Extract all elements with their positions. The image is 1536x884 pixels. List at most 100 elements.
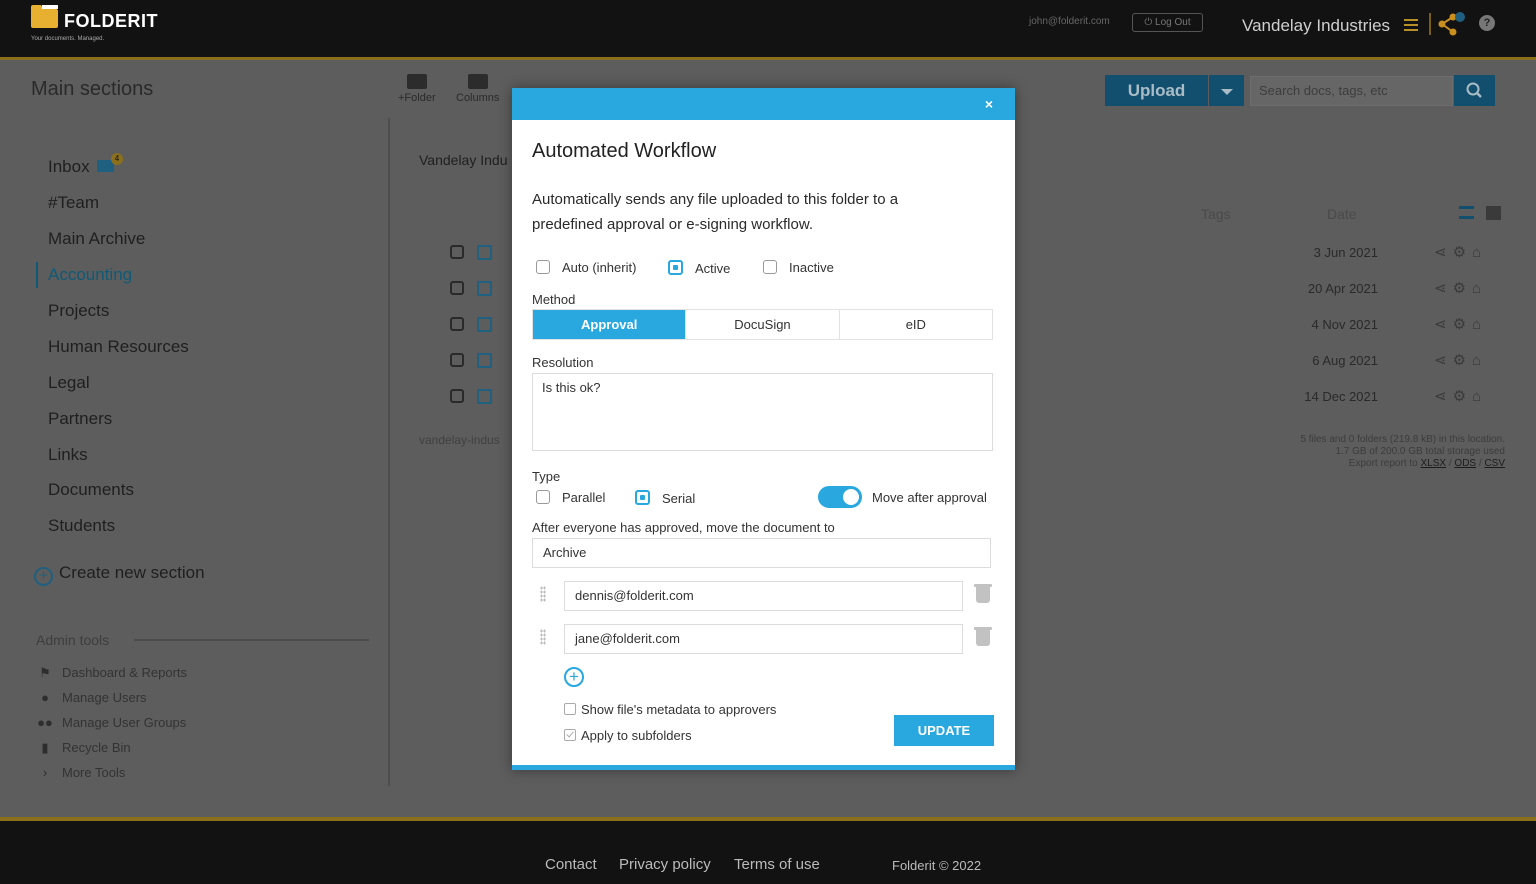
sidebar-item-accounting[interactable]: Accounting: [48, 265, 132, 285]
radio-parallel[interactable]: [536, 490, 550, 504]
type-parallel-label: Parallel: [562, 490, 606, 505]
method-approval-tab[interactable]: Approval: [533, 310, 687, 339]
row-date: 4 Nov 2021: [1311, 317, 1379, 332]
checkbox-apply-subfolders[interactable]: [564, 729, 576, 741]
admin-item-label: Manage Users: [62, 690, 147, 705]
row-checkbox[interactable]: [450, 245, 464, 259]
header-divider: [1429, 13, 1431, 35]
sidebar-item-human-resources[interactable]: Human Resources: [48, 337, 189, 357]
type-serial-option[interactable]: Serial: [635, 490, 695, 506]
storage-used: 1.7 GB of 200.0 GB total storage used: [1335, 446, 1505, 457]
approver-email-input[interactable]: dennis@folderit.com: [564, 581, 963, 611]
admin-recycle-bin[interactable]: ▮ Recycle Bin: [36, 740, 130, 756]
new-folder-button[interactable]: +Folder: [398, 74, 436, 104]
resolution-textarea[interactable]: Is this ok?: [532, 373, 993, 451]
sidebar-item-partners[interactable]: Partners: [48, 409, 112, 429]
footer-privacy-link[interactable]: Privacy policy: [619, 856, 711, 873]
logo-text: FOLDERIT: [64, 11, 158, 31]
row-checkbox[interactable]: [450, 353, 464, 367]
sidebar-item-main-archive[interactable]: Main Archive: [48, 229, 145, 249]
status-active-option[interactable]: Active: [668, 260, 730, 276]
company-name[interactable]: Vandelay Industries: [1242, 16, 1390, 36]
row-checkbox[interactable]: [450, 317, 464, 331]
sidebar-title: Main sections: [31, 78, 154, 100]
search-input[interactable]: Search docs, tags, etc: [1250, 76, 1453, 106]
row-actions[interactable]: ⋖⚙⌂: [1434, 315, 1487, 333]
admin-dashboard-reports[interactable]: ⚑ Dashboard & Reports: [36, 665, 187, 681]
row-actions[interactable]: ⋖⚙⌂: [1434, 243, 1487, 261]
method-docusign-tab[interactable]: DocuSign: [686, 310, 840, 339]
drag-handle-icon[interactable]: [540, 629, 546, 645]
footer: Contact Privacy policy Terms of use Fold…: [0, 817, 1536, 884]
status-auto-label: Auto (inherit): [562, 260, 637, 275]
sidebar-item-students[interactable]: Students: [48, 516, 115, 536]
type-serial-label: Serial: [662, 491, 696, 506]
grid-view-icon[interactable]: [1486, 206, 1501, 220]
columns-button[interactable]: Columns: [456, 74, 499, 104]
radio-serial[interactable]: [635, 490, 650, 505]
export-xlsx-link[interactable]: XLSX: [1421, 458, 1447, 469]
status-inactive-option[interactable]: Inactive: [763, 260, 834, 275]
move-to-folder-input[interactable]: Archive: [532, 538, 991, 568]
logout-button[interactable]: ⏻ Log Out: [1132, 13, 1203, 32]
admin-manage-users[interactable]: ● Manage Users: [36, 690, 147, 705]
move-after-approval-toggle[interactable]: [818, 486, 862, 508]
create-section-label: Create new section: [59, 563, 205, 582]
radio-active[interactable]: [668, 260, 683, 275]
approver-email-input[interactable]: jane@folderit.com: [564, 624, 963, 654]
sidebar-item-inbox[interactable]: Inbox: [48, 157, 90, 177]
column-tags[interactable]: Tags: [1201, 206, 1231, 222]
upload-button[interactable]: Upload: [1105, 75, 1208, 106]
sidebar-item-legal[interactable]: Legal: [48, 373, 90, 393]
search-button[interactable]: [1454, 75, 1495, 106]
method-eid-tab[interactable]: eID: [840, 310, 992, 339]
row-actions[interactable]: ⋖⚙⌂: [1434, 351, 1487, 369]
list-view-icon[interactable]: [1459, 206, 1474, 219]
trash-icon[interactable]: [974, 584, 992, 603]
upload-dropdown-button[interactable]: [1209, 75, 1244, 106]
row-actions[interactable]: ⋖⚙⌂: [1434, 279, 1487, 297]
close-icon[interactable]: ×: [985, 96, 993, 112]
sidebar-item-projects[interactable]: Projects: [48, 301, 109, 321]
checkbox-show-metadata[interactable]: [564, 703, 576, 715]
admin-tools-heading: Admin tools: [36, 632, 110, 648]
footer-terms-link[interactable]: Terms of use: [734, 856, 820, 873]
inbox-badge: 4: [111, 153, 123, 165]
sidebar-item-links[interactable]: Links: [48, 445, 88, 465]
sidebar-item-documents[interactable]: Documents: [48, 480, 134, 500]
columns-label: Columns: [456, 92, 500, 104]
trash-icon: ▮: [41, 740, 49, 755]
radio-inactive[interactable]: [763, 260, 777, 274]
help-icon[interactable]: ?: [1479, 15, 1495, 31]
export-ods-link[interactable]: ODS: [1454, 458, 1476, 469]
row-actions[interactable]: ⋖⚙⌂: [1434, 387, 1487, 405]
show-metadata-label: Show file's metadata to approvers: [581, 702, 777, 717]
show-metadata-option[interactable]: Show file's metadata to approvers: [564, 702, 776, 717]
automated-workflow-modal: × Automated Workflow Automatically sends…: [512, 88, 1015, 770]
breadcrumb[interactable]: Vandelay Indu: [419, 152, 507, 168]
admin-more-tools[interactable]: › More Tools: [36, 765, 126, 780]
row-checkbox[interactable]: [450, 281, 464, 295]
trash-icon[interactable]: [974, 627, 992, 646]
file-icon: [477, 353, 492, 368]
sidebar-item-team[interactable]: #Team: [48, 193, 99, 213]
apply-subfolders-option[interactable]: Apply to subfolders: [564, 728, 692, 743]
admin-manage-user-groups[interactable]: ●● Manage User Groups: [36, 715, 186, 730]
footer-contact-link[interactable]: Contact: [545, 856, 597, 873]
share-notifications-icon[interactable]: [1438, 11, 1468, 42]
update-button[interactable]: UPDATE: [894, 715, 994, 746]
menu-icon[interactable]: [1404, 19, 1418, 31]
drag-handle-icon[interactable]: [540, 586, 546, 602]
row-checkbox[interactable]: [450, 389, 464, 403]
type-parallel-option[interactable]: Parallel: [536, 490, 605, 505]
user-email: john@folderit.com: [1029, 16, 1110, 27]
add-approver-icon[interactable]: +: [564, 667, 584, 687]
top-bar: FOLDERIT Your documents. Managed. john@f…: [0, 0, 1536, 60]
status-auto-option[interactable]: Auto (inherit): [536, 260, 636, 275]
status-active-label: Active: [695, 261, 731, 276]
row-date: 20 Apr 2021: [1307, 281, 1378, 296]
create-section-button[interactable]: + Create new section: [34, 563, 205, 586]
column-date[interactable]: Date: [1327, 206, 1357, 222]
radio-auto[interactable]: [536, 260, 550, 274]
export-csv-link[interactable]: CSV: [1484, 458, 1505, 469]
